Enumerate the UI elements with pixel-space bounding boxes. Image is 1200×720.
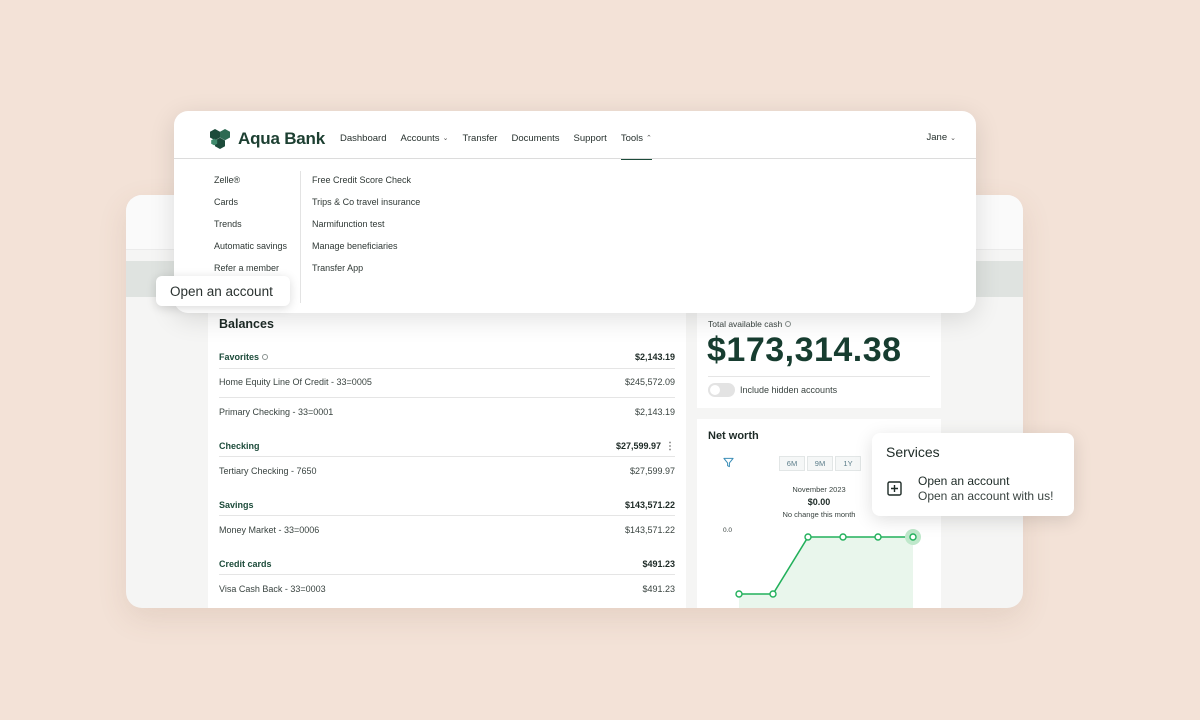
nav-dashboard[interactable]: Dashboard xyxy=(340,133,386,144)
info-icon[interactable] xyxy=(262,354,269,360)
group-total: $27,599.97 xyxy=(615,441,661,451)
chevron-up-icon: ⌃ xyxy=(646,135,652,142)
chart-area xyxy=(739,537,913,608)
tools-menu-column-2: Free Credit Score Check Trips & Co trave… xyxy=(312,175,420,285)
menu-item-zelle[interactable]: Zelle® xyxy=(214,175,287,197)
group-header-savings[interactable]: Savings $143,571.22 xyxy=(219,496,675,514)
group-name: Checking xyxy=(219,441,260,451)
chevron-down-icon: ⌄ xyxy=(950,134,956,142)
tools-menu-column-1: Zelle® Cards Trends Automatic savings Re… xyxy=(214,175,287,285)
nav-divider xyxy=(174,158,976,159)
group-name: Savings xyxy=(219,500,254,510)
account-name: Visa Cash Back - 33=0003 xyxy=(219,584,326,594)
chart-point[interactable] xyxy=(839,533,847,541)
nav-label: Documents xyxy=(511,132,560,144)
cash-label: Total available cash xyxy=(708,319,783,329)
chart-point[interactable] xyxy=(909,533,917,541)
logo[interactable]: Aqua Bank xyxy=(208,128,325,150)
divider xyxy=(219,456,675,457)
bank-logo-icon xyxy=(210,129,230,149)
group-total: $491.23 xyxy=(642,559,675,569)
nav-accounts[interactable]: Accounts ⌄ xyxy=(400,133,448,144)
menu-item-travel-insurance[interactable]: Trips & Co travel insurance xyxy=(312,197,420,219)
menu-item-cards[interactable]: Cards xyxy=(214,197,287,219)
account-row[interactable]: Home Equity Line Of Credit - 33=0005 $24… xyxy=(219,373,675,391)
group-total: $143,571.22 xyxy=(624,500,675,510)
navigation-window: Aqua Bank Dashboard Accounts ⌄ Transfer D… xyxy=(174,111,976,313)
group-name: Favorites xyxy=(219,352,260,362)
chart-point[interactable] xyxy=(769,590,777,598)
divider xyxy=(219,368,675,369)
user-menu[interactable]: Jane ⌄ xyxy=(927,132,956,143)
services-title: Services xyxy=(886,444,940,460)
account-name: Tertiary Checking - 7650 xyxy=(219,466,317,476)
menu-item-beneficiaries[interactable]: Manage beneficiaries xyxy=(312,241,420,263)
group-name: Credit cards xyxy=(219,559,272,569)
divider xyxy=(219,574,675,575)
nav-label: Dashboard xyxy=(340,132,387,144)
menu-item-automatic-savings[interactable]: Automatic savings xyxy=(214,241,287,263)
group-header-favorites[interactable]: Favorites $2,143.19 xyxy=(219,348,675,366)
nav-label: Tools xyxy=(620,132,643,144)
chart-point[interactable] xyxy=(804,533,812,541)
account-row[interactable]: Money Market - 33=0006 $143,571.22 xyxy=(219,521,675,539)
menu-item-trends[interactable]: Trends xyxy=(214,219,287,241)
account-row[interactable]: Primary Checking - 33=0001 $2,143.19 xyxy=(219,403,675,421)
nav-transfer[interactable]: Transfer xyxy=(462,133,497,144)
account-amount: $143,571.22 xyxy=(624,525,675,535)
open-account-tooltip[interactable]: Open an account xyxy=(156,276,290,306)
nav-tools[interactable]: Tools ⌃ xyxy=(620,132,652,160)
services-card: Services Open an account Open an account… xyxy=(872,433,1074,516)
nav-documents[interactable]: Documents xyxy=(511,133,559,144)
chart-point[interactable] xyxy=(874,533,882,541)
account-amount: $2,143.19 xyxy=(634,407,675,417)
nav-label: Accounts xyxy=(400,132,440,144)
chart-point[interactable] xyxy=(735,590,743,598)
account-name: Home Equity Line Of Credit - 33=0005 xyxy=(219,377,372,387)
account-amount: $491.23 xyxy=(642,584,675,594)
nav-support[interactable]: Support xyxy=(574,133,607,144)
balances-title: Balances xyxy=(219,317,274,331)
group-total: $2,143.19 xyxy=(634,352,675,362)
group-header-checking[interactable]: Checking $27,599.97 ⋮ xyxy=(219,437,675,455)
service-item-subtitle: Open an account with us! xyxy=(918,489,1054,503)
divider xyxy=(708,376,930,377)
cash-value: $173,314.38 xyxy=(707,331,902,369)
hidden-accounts-toggle[interactable] xyxy=(708,383,735,397)
toggle-label: Include hidden accounts xyxy=(740,385,838,395)
menu-item-narmifunction[interactable]: Narmifunction test xyxy=(312,219,420,241)
menu-item-transfer-app[interactable]: Transfer App xyxy=(312,263,420,285)
account-row[interactable]: Visa Cash Back - 33=0003 $491.23 xyxy=(219,580,675,598)
account-row[interactable]: Tertiary Checking - 7650 $27,599.97 xyxy=(219,462,675,480)
balances-card: Balances Favorites $2,143.19 Home Equity… xyxy=(208,305,686,608)
nav-label: Transfer xyxy=(462,132,498,144)
available-cash-card: Total available cash $173,314.38 Include… xyxy=(697,305,941,408)
user-name: Jane xyxy=(926,132,948,143)
account-amount: $245,572.09 xyxy=(624,377,675,387)
more-options-icon[interactable]: ⋮ xyxy=(665,442,675,452)
account-name: Money Market - 33=0006 xyxy=(219,525,320,535)
plus-square-icon[interactable] xyxy=(887,481,902,496)
chevron-down-icon: ⌄ xyxy=(442,135,449,142)
info-icon[interactable] xyxy=(785,321,792,327)
divider xyxy=(219,397,675,398)
divider xyxy=(219,515,675,516)
main-nav: Dashboard Accounts ⌄ Transfer Documents S… xyxy=(340,128,652,160)
account-name: Primary Checking - 33=0001 xyxy=(219,407,334,417)
account-amount: $27,599.97 xyxy=(629,466,675,476)
brand-name: Aqua Bank xyxy=(238,129,325,148)
menu-item-credit-score[interactable]: Free Credit Score Check xyxy=(312,175,420,197)
nav-label: Support xyxy=(573,132,607,144)
cash-label-wrap: Total available cash xyxy=(708,319,792,329)
menu-divider xyxy=(300,171,301,303)
group-header-credit-cards[interactable]: Credit cards $491.23 xyxy=(219,555,675,573)
service-item-title[interactable]: Open an account xyxy=(918,474,1009,488)
